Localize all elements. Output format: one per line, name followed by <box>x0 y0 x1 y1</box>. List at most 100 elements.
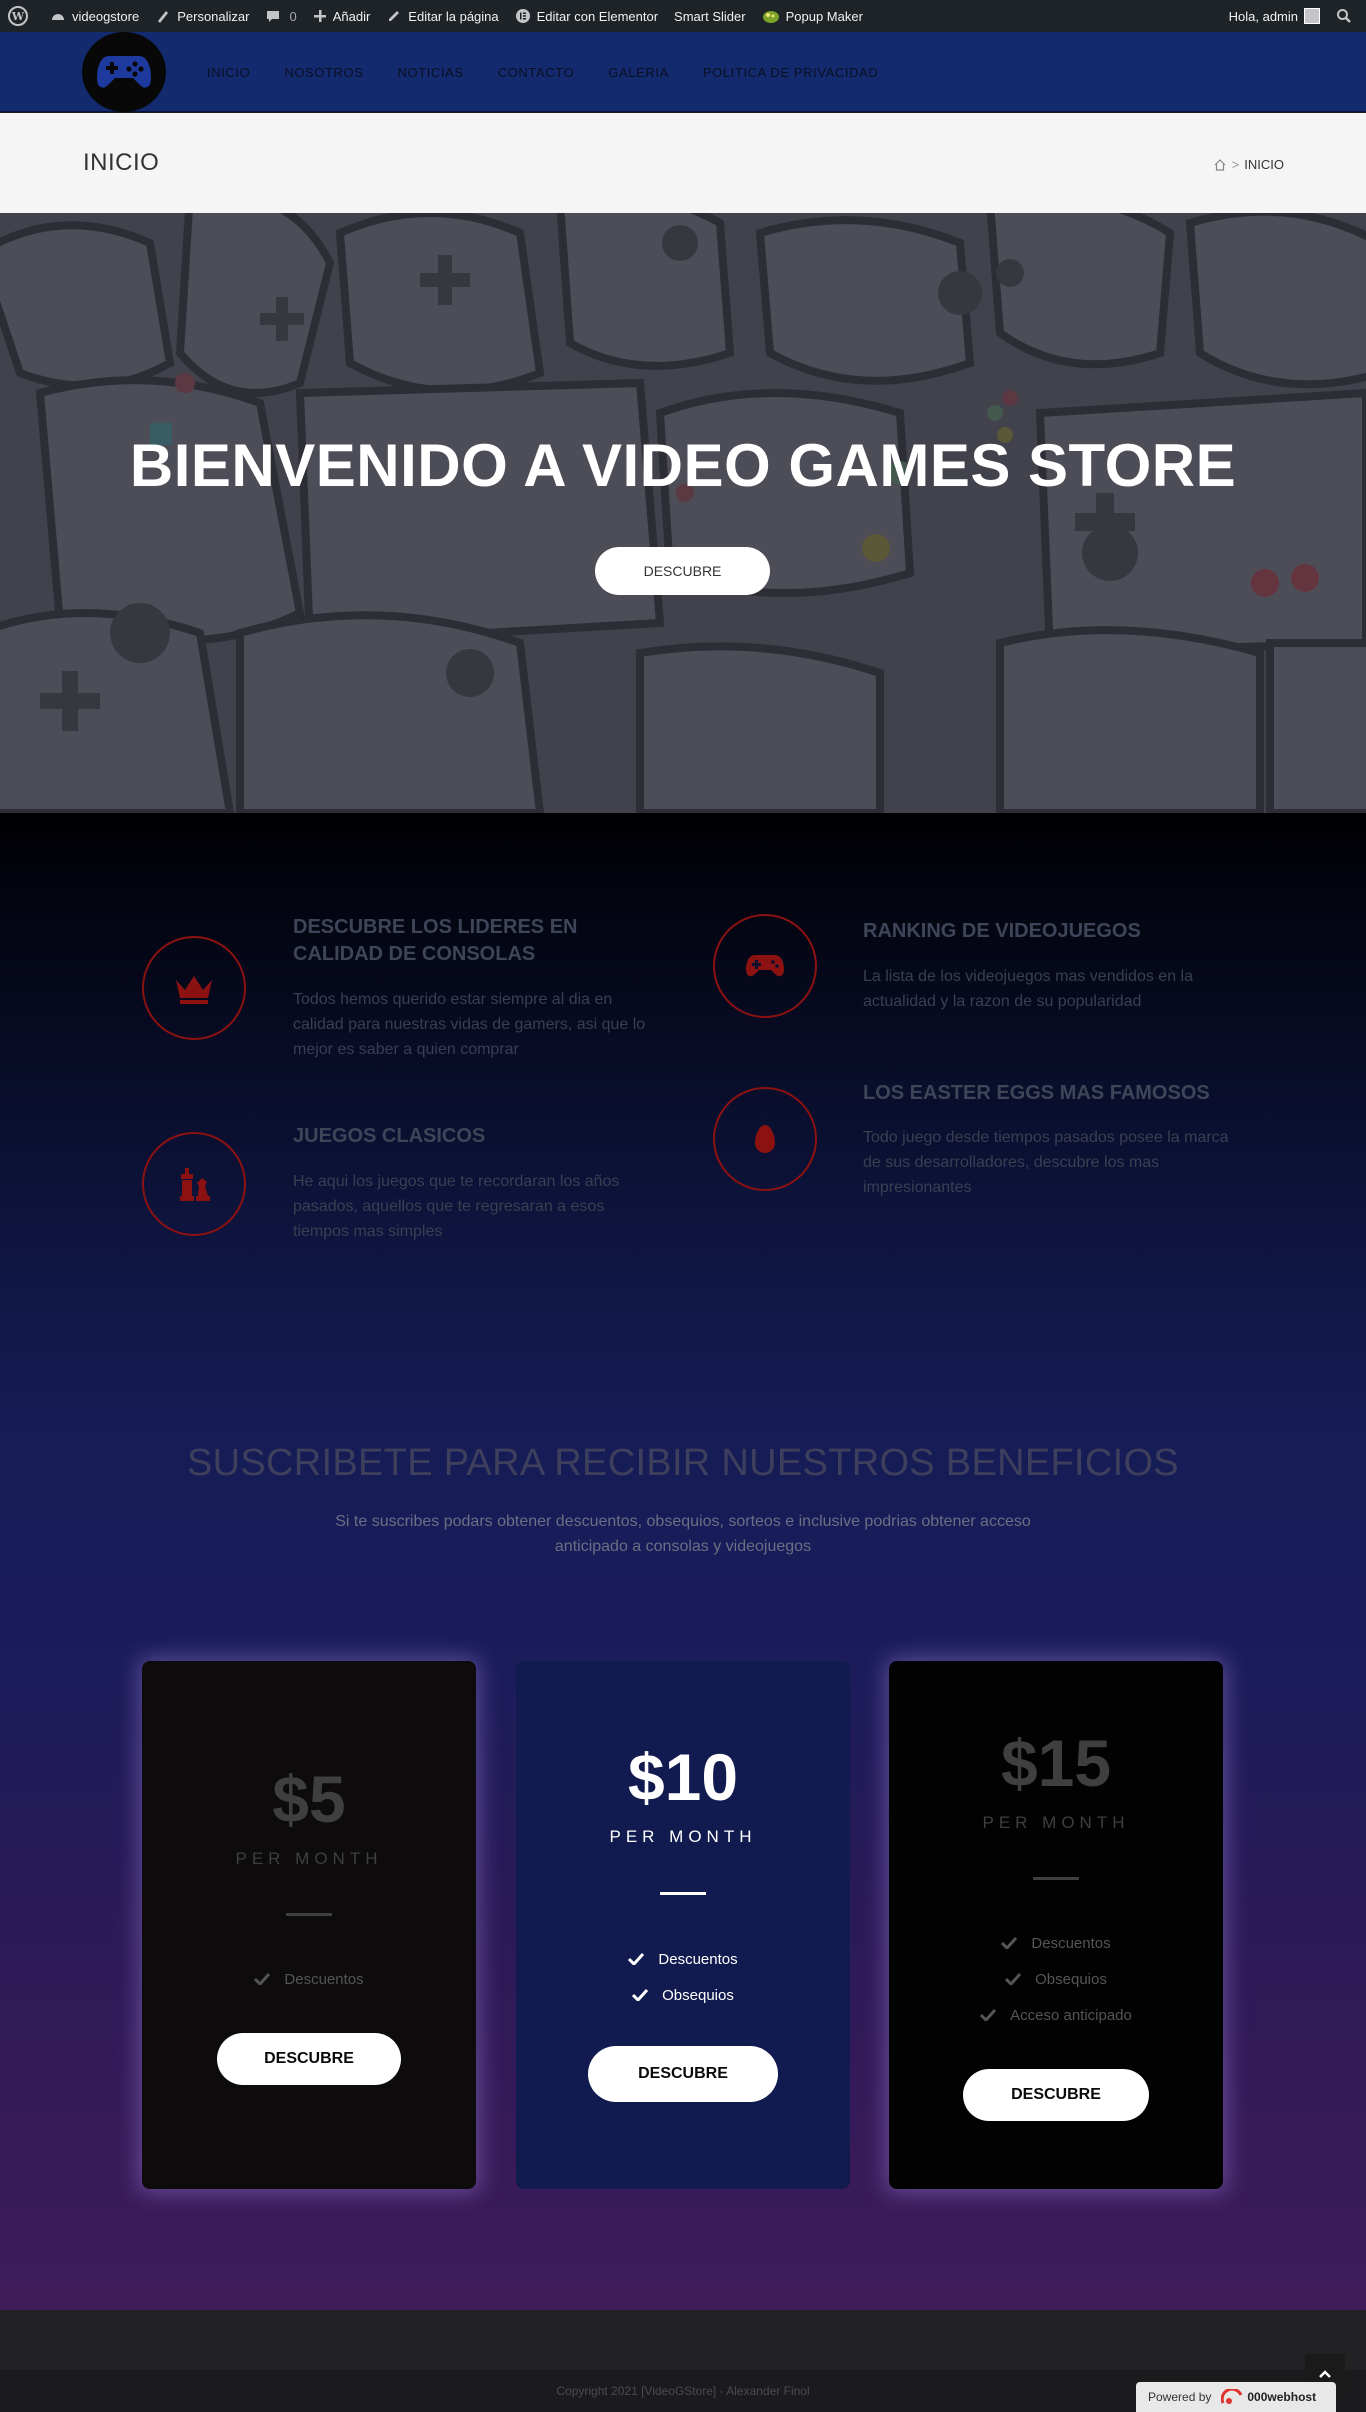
add-new-link[interactable]: Añadir <box>305 0 379 32</box>
edit-elementor-link[interactable]: Editar con Elementor <box>507 0 666 32</box>
breadcrumb-current: INICIO <box>1244 157 1284 172</box>
dashboard-icon <box>52 14 64 20</box>
plan-feature-item: Obsequios <box>516 1977 850 2013</box>
check-icon <box>1001 1937 1018 1949</box>
host-brand: 000webhost <box>1221 2389 1316 2405</box>
check-icon <box>254 1973 271 1985</box>
price-divider <box>660 1892 706 1895</box>
main-navigation: INICIO NOSOTROS NOTICIAS CONTACTO GALERI… <box>190 32 895 112</box>
crown-icon <box>176 976 212 1004</box>
plan-feature-label: Descuentos <box>1031 1934 1111 1952</box>
svg-text:W: W <box>11 10 25 23</box>
feature-title: JUEGOS CLASICOS <box>293 1125 486 1147</box>
feature-title: DESCUBRE LOS LIDERES EN CALIDAD DE CONSO… <box>293 916 578 965</box>
nav-item-nosotros[interactable]: NOSOTROS <box>267 65 380 80</box>
edit-page-label: Editar la página <box>408 8 499 24</box>
admin-bar: W videogstore Personalizar 0 Añadir Edit… <box>0 0 1366 32</box>
wordpress-icon: W <box>8 6 28 26</box>
smart-slider-link[interactable]: Smart Slider <box>666 0 754 32</box>
nav-item-privacidad[interactable]: POLITICA DE PRIVACIDAD <box>686 65 896 80</box>
price-amount: $10 <box>627 1740 739 1814</box>
price-amount: $15 <box>1000 1726 1112 1800</box>
popup-maker-icon <box>762 11 779 23</box>
gamepad-logo-icon <box>97 56 151 88</box>
feature-text: He aqui los juegos que te recordaran los… <box>293 1173 620 1240</box>
feature-title: RANKING DE VIDEOJUEGOS <box>863 920 1141 942</box>
pencil-icon <box>389 11 400 21</box>
footer-widgets <box>0 2310 1366 2370</box>
hero-section: BIENVENIDO A VIDEO GAMES STORE DESCUBRE <box>0 213 1366 813</box>
check-icon <box>980 2009 997 2021</box>
home-icon[interactable] <box>1213 158 1227 172</box>
brush-icon <box>158 11 169 23</box>
search-icon <box>1337 9 1351 23</box>
popup-maker-link[interactable]: Popup Maker <box>754 0 871 32</box>
pricing-card-basic: $5 PER MONTH Descuentos DESCUBRE <box>142 1661 476 2189</box>
feature-text: Todos hemos querido estar siempre al dia… <box>293 991 646 1058</box>
customize-label: Personalizar <box>177 8 250 24</box>
comments-count: 0 <box>289 8 297 24</box>
nav-item-galeria[interactable]: GALERIA <box>591 65 686 80</box>
plan-feature-label: Obsequios <box>1035 1970 1107 1988</box>
customize-link[interactable]: Personalizar <box>147 0 257 32</box>
feature-text: Todo juego desde tiempos pasados posee l… <box>863 1129 1229 1196</box>
my-account-link[interactable]: Hola, admin <box>1221 0 1328 32</box>
popup-maker-label: Popup Maker <box>785 8 863 24</box>
pricing-card-standard: $10 PER MONTH Descuentos Obsequios DESCU… <box>516 1661 850 2189</box>
price-period: PER MONTH <box>235 1849 383 1868</box>
hero-discover-button[interactable]: DESCUBRE <box>595 547 770 595</box>
check-icon <box>1005 1973 1022 1985</box>
feature-icon-circle <box>142 936 246 1040</box>
feature-icon-circle <box>713 1087 817 1191</box>
powered-by-label: Powered by <box>1148 2390 1212 2404</box>
wordpress-logo-button[interactable]: W <box>0 0 42 32</box>
site-name-link[interactable]: videogstore <box>42 0 147 32</box>
breadcrumb: > INICIO <box>1213 157 1284 172</box>
admin-bar-right: Hola, admin <box>1221 0 1366 32</box>
gamepad-icon <box>746 955 784 977</box>
host-logo-icon <box>1221 2389 1243 2404</box>
plan-discover-button[interactable]: DESCUBRE <box>217 2033 401 2085</box>
feature-icon-circle <box>142 1132 246 1236</box>
plan-feature-item: Obsequios <box>889 1961 1223 1997</box>
comment-icon <box>267 11 280 22</box>
plan-feature-item: Descuentos <box>889 1925 1223 1961</box>
plan-feature-label: Descuentos <box>284 1970 364 1988</box>
plan-feature-item: Descuentos <box>142 1961 476 1997</box>
edit-elementor-label: Editar con Elementor <box>536 8 659 24</box>
admin-search-button[interactable] <box>1328 0 1366 32</box>
smart-slider-label: Smart Slider <box>674 8 746 24</box>
plan-features: Descuentos <box>142 1961 476 1997</box>
plan-feature-label: Descuentos <box>658 1950 738 1968</box>
plan-discover-button[interactable]: DESCUBRE <box>588 2046 778 2102</box>
chess-icon <box>180 1168 210 1201</box>
price-period: PER MONTH <box>609 1827 757 1846</box>
feature-icon-circle <box>713 914 817 1018</box>
subscribe-description: Si te suscribes podars obtener descuento… <box>335 1513 1031 1555</box>
chevron-up-icon <box>1319 2370 1331 2378</box>
feature-title: LOS EASTER EGGS MAS FAMOSOS <box>863 1082 1210 1104</box>
check-icon <box>628 1953 645 1965</box>
price-amount: $5 <box>272 1762 346 1836</box>
edit-page-link[interactable]: Editar la página <box>378 0 506 32</box>
breadcrumb-separator: > <box>1231 157 1240 172</box>
site-name-label: videogstore <box>72 8 140 24</box>
pricing-card-premium: $15 PER MONTH Descuentos Obsequios Acces… <box>889 1661 1223 2189</box>
hero-heading: BIENVENIDO A VIDEO GAMES STORE <box>129 432 1237 499</box>
plan-discover-button[interactable]: DESCUBRE <box>963 2069 1149 2121</box>
avatar <box>1304 8 1320 24</box>
nav-item-inicio[interactable]: INICIO <box>190 65 267 80</box>
greeting-label: Hola, admin <box>1228 8 1298 24</box>
page-title-bar: INICIO > INICIO <box>0 113 1366 213</box>
site-logo[interactable] <box>82 32 166 112</box>
plan-feature-label: Acceso anticipado <box>1010 2006 1132 2024</box>
site-header: INICIO NOSOTROS NOTICIAS CONTACTO GALERI… <box>0 32 1366 112</box>
plan-feature-label: Obsequios <box>662 1986 734 2004</box>
powered-by-badge[interactable]: Powered by 000webhost <box>1136 2382 1336 2412</box>
comments-link[interactable]: 0 <box>257 0 304 32</box>
egg-icon <box>755 1125 775 1153</box>
nav-item-noticias[interactable]: NOTICIAS <box>381 65 481 80</box>
controllers-background-image <box>0 213 1366 813</box>
nav-item-contacto[interactable]: CONTACTO <box>481 65 592 80</box>
plan-feature-item: Acceso anticipado <box>889 1997 1223 2033</box>
